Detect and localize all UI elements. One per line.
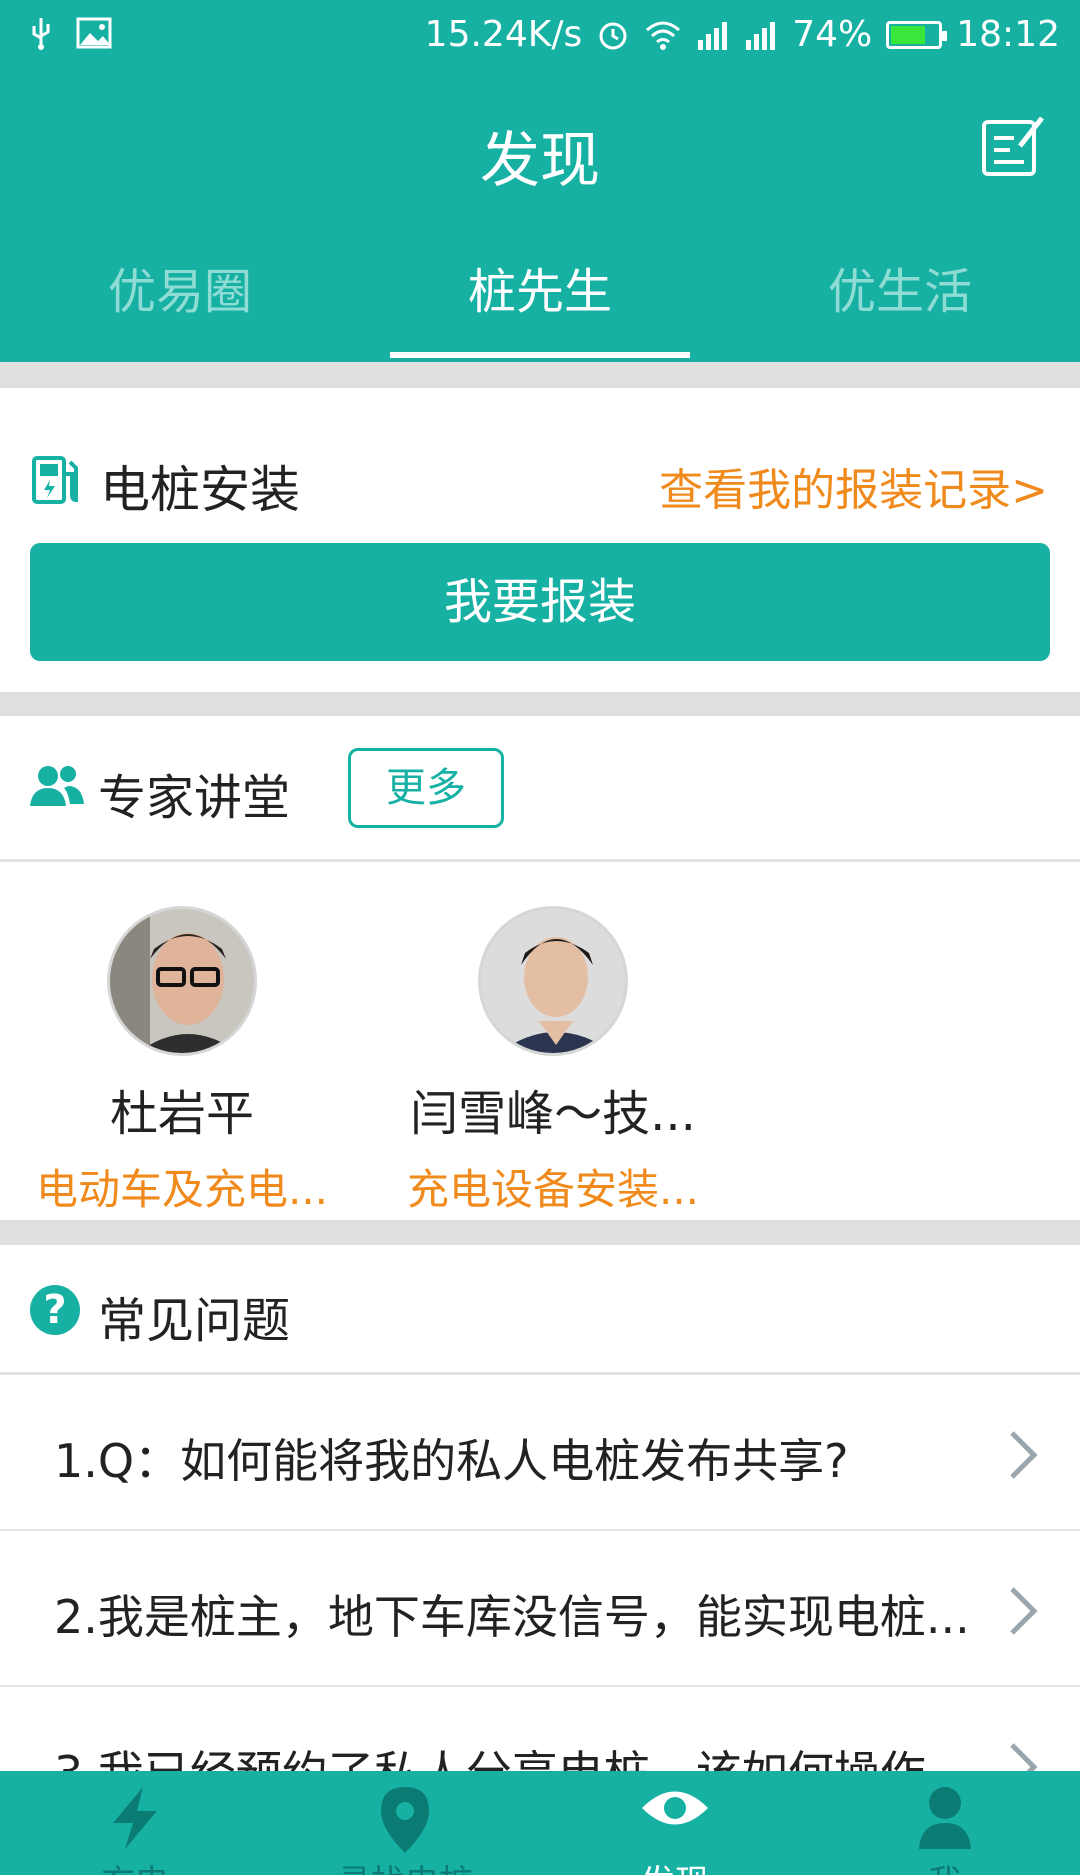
tab-zhuangxiansheng[interactable]: 桩先生 [360, 252, 720, 362]
signal-icon [746, 21, 776, 50]
edit-icon[interactable] [980, 112, 1046, 178]
faq-question: 3.我已经预约了私人分享电桩，该如何操作... [54, 1746, 970, 1775]
nav-label: 寻找电桩 [270, 1855, 540, 1875]
faq-question: 2.我是桩主，地下车库没信号，能实现电桩... [54, 1590, 970, 1644]
tab-bar: 优易圈 桩先生 优生活 [0, 252, 1080, 362]
image-icon [76, 17, 112, 49]
tab-youshenghuo[interactable]: 优生活 [720, 252, 1080, 362]
more-experts-button[interactable]: 更多 [348, 748, 504, 828]
person-icon [919, 1787, 971, 1849]
usb-icon [32, 18, 50, 50]
status-bar: 15.24K/s 74% 18:12 [0, 0, 1080, 72]
avatar [478, 906, 628, 1056]
faq-item[interactable]: 1.Q：如何能将我的私人电桩发布共享? [0, 1375, 1080, 1531]
chevron-right-icon [1010, 1587, 1038, 1635]
nav-label: 发现 [540, 1855, 810, 1875]
faq-item[interactable]: 3.我已经预约了私人分享电桩，该如何操作... [0, 1687, 1080, 1775]
faq-title: 常见问题 [98, 1293, 291, 1349]
lightning-icon [113, 1787, 157, 1849]
expert-name: 闫雪峰～技... [410, 1086, 696, 1142]
faq-header: ? 常见问题 [0, 1245, 1080, 1372]
signal-icon [698, 21, 728, 50]
nav-label: 充电 [0, 1855, 270, 1875]
faq-question: 1.Q：如何能将我的私人电桩发布共享? [54, 1434, 849, 1488]
experts-header: 专家讲堂 更多 [0, 716, 1080, 859]
clock: 18:12 [956, 14, 1060, 55]
eye-icon [642, 1791, 708, 1825]
expert-role: 充电设备安装... [406, 1165, 700, 1214]
install-title: 电桩安装 [100, 461, 300, 519]
faq-list: 1.Q：如何能将我的私人电桩发布共享? 2.我是桩主，地下车库没信号，能实现电桩… [0, 1375, 1080, 1775]
alarm-icon [599, 22, 627, 49]
experts-list: 杜岩平 电动车及充电... 闫雪峰～技... 充电设备安装... [0, 862, 1080, 1220]
install-records-link[interactable]: 查看我的报装记录> [659, 454, 1048, 518]
experts-icon [30, 766, 84, 806]
install-section: 电桩安装 查看我的报装记录> 我要报装 [0, 388, 1080, 692]
charging-pile-icon [32, 456, 78, 504]
nav-discover[interactable]: 发现 [540, 1771, 810, 1875]
apply-install-button[interactable]: 我要报装 [30, 543, 1050, 661]
question-icon: ? [30, 1285, 80, 1335]
nav-find-pile[interactable]: 寻找电桩 [270, 1771, 540, 1875]
nav-charge[interactable]: 充电 [0, 1771, 270, 1875]
avatar [107, 906, 257, 1056]
bottom-nav: 充电 寻找电桩 发现 我 [0, 1771, 1080, 1875]
wifi-icon [646, 21, 681, 50]
app-header: 发现 优易圈 桩先生 优生活 [0, 72, 1080, 362]
faq-item[interactable]: 2.我是桩主，地下车库没信号，能实现电桩... [0, 1531, 1080, 1687]
experts-title: 专家讲堂 [98, 770, 291, 826]
battery-percent: 74% [792, 14, 873, 55]
chevron-right-icon [1010, 1743, 1038, 1775]
tab-youyiquan[interactable]: 优易圈 [0, 252, 360, 362]
location-pin-icon [381, 1787, 429, 1853]
chevron-right-icon [1010, 1431, 1038, 1479]
expert-role: 电动车及充电... [35, 1165, 329, 1214]
expert-name: 杜岩平 [109, 1086, 254, 1142]
nav-me[interactable]: 我 [810, 1771, 1080, 1875]
network-speed: 15.24K/s [424, 14, 583, 55]
expert-card[interactable]: 闫雪峰～技... 充电设备安装... [403, 906, 703, 1217]
battery-icon [886, 20, 948, 49]
page-title: 发现 [480, 126, 600, 196]
expert-card[interactable]: 杜岩平 电动车及充电... [32, 906, 332, 1217]
nav-label: 我 [810, 1855, 1080, 1875]
